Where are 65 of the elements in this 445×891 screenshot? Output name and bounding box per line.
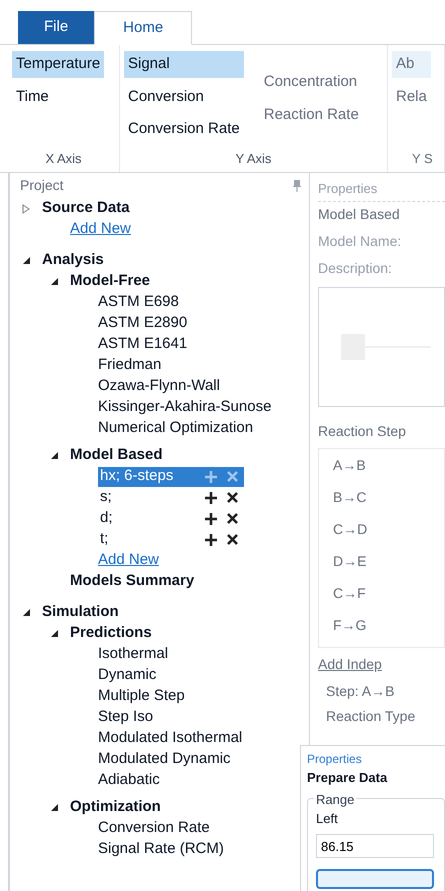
tree-item[interactable]: ASTM E2890	[98, 312, 188, 335]
panel-title: Properties	[307, 751, 363, 768]
tree-item[interactable]: Simulation	[42, 601, 119, 624]
tree-item[interactable]: Kissinger-Akahira-Sunose	[98, 396, 272, 419]
tree-item[interactable]: Conversion Rate	[98, 817, 210, 840]
left-input[interactable]: 86.15	[316, 834, 434, 858]
section-title: Model Based	[318, 204, 401, 224]
tree-item[interactable]: Dynamic	[98, 664, 156, 687]
close-icon[interactable]	[227, 513, 238, 524]
tree-item[interactable]: Numerical Optimization	[98, 417, 254, 440]
step-item[interactable]: C→F	[333, 582, 444, 614]
step-item[interactable]: B→C	[333, 486, 444, 518]
model-item[interactable]: s;	[98, 488, 244, 508]
step-item[interactable]: C→D	[333, 518, 444, 550]
tree-item[interactable]: Modulated Isothermal	[98, 727, 242, 750]
add-new-link[interactable]: Add New	[70, 218, 131, 241]
tree-item[interactable]: Adiabatic	[98, 769, 160, 792]
tree-item[interactable]: Ozawa-Flynn-Wall	[98, 375, 220, 398]
tree-item[interactable]: Source Data	[42, 197, 130, 220]
ribbon-option[interactable]: Signal	[124, 51, 244, 78]
ribbon-tab[interactable]: Home	[94, 11, 192, 45]
close-icon[interactable]	[227, 492, 238, 503]
tree-item[interactable]: Model-Free	[70, 270, 150, 293]
tree-item[interactable]: Models Summary	[70, 570, 194, 593]
group-label: Y S	[411, 150, 434, 168]
step-item[interactable]: A→B	[333, 454, 444, 486]
model-item[interactable]: t;	[98, 530, 244, 550]
group-label: X Axis	[44, 150, 83, 168]
tree-item[interactable]: Friedman	[98, 354, 162, 377]
section-title: Prepare Data	[307, 769, 388, 787]
panel-title: Project	[20, 176, 64, 195]
panel-title: Properties	[318, 179, 445, 202]
field-label: Left	[316, 810, 339, 828]
add-new-link[interactable]: Add New	[98, 549, 159, 572]
plus-icon[interactable]	[205, 534, 217, 546]
ribbon-option[interactable]: Conversion	[124, 84, 244, 110]
plus-icon[interactable]	[205, 512, 217, 524]
tree-item[interactable]: ASTM E1641	[98, 333, 188, 356]
range-button[interactable]	[316, 868, 434, 888]
plus-icon[interactable]	[205, 492, 217, 504]
field-label: Description:	[318, 258, 393, 278]
ribbon-option[interactable]: Temperature	[12, 51, 104, 78]
tree-item[interactable]: Multiple Step	[98, 685, 185, 708]
close-icon[interactable]	[227, 534, 238, 545]
tree-item[interactable]: Isothermal	[98, 643, 168, 666]
step-item[interactable]: D→E	[333, 550, 444, 582]
field-label: Reaction Type	[325, 706, 416, 726]
tree-item[interactable]: Optimization	[70, 796, 161, 819]
tree-item[interactable]: Signal Rate (RCM)	[98, 838, 224, 861]
tree-item[interactable]: Modulated Dynamic	[98, 748, 231, 771]
step-label: Step: A→B	[325, 682, 396, 701]
ribbon-tab[interactable]: File	[18, 11, 94, 44]
ribbon-option[interactable]: Conversion Rate	[124, 116, 244, 142]
tree-item[interactable]: Analysis	[42, 249, 104, 272]
ribbon-option[interactable]: Time	[12, 84, 104, 110]
field-label: Model Name:	[318, 232, 402, 250]
model-item[interactable]: d;	[98, 508, 244, 528]
tree-item[interactable]: Model Based	[70, 444, 163, 467]
group-label: Y Axis	[234, 150, 272, 168]
tree-item[interactable]: Predictions	[70, 622, 152, 645]
tree-item[interactable]: Step Iso	[98, 706, 154, 729]
add-link[interactable]: Add Indep	[318, 654, 445, 674]
step-item[interactable]: F→G	[333, 614, 444, 646]
tree-item[interactable]: ASTM E698	[98, 291, 179, 314]
section-title: Reaction Step	[318, 422, 407, 441]
